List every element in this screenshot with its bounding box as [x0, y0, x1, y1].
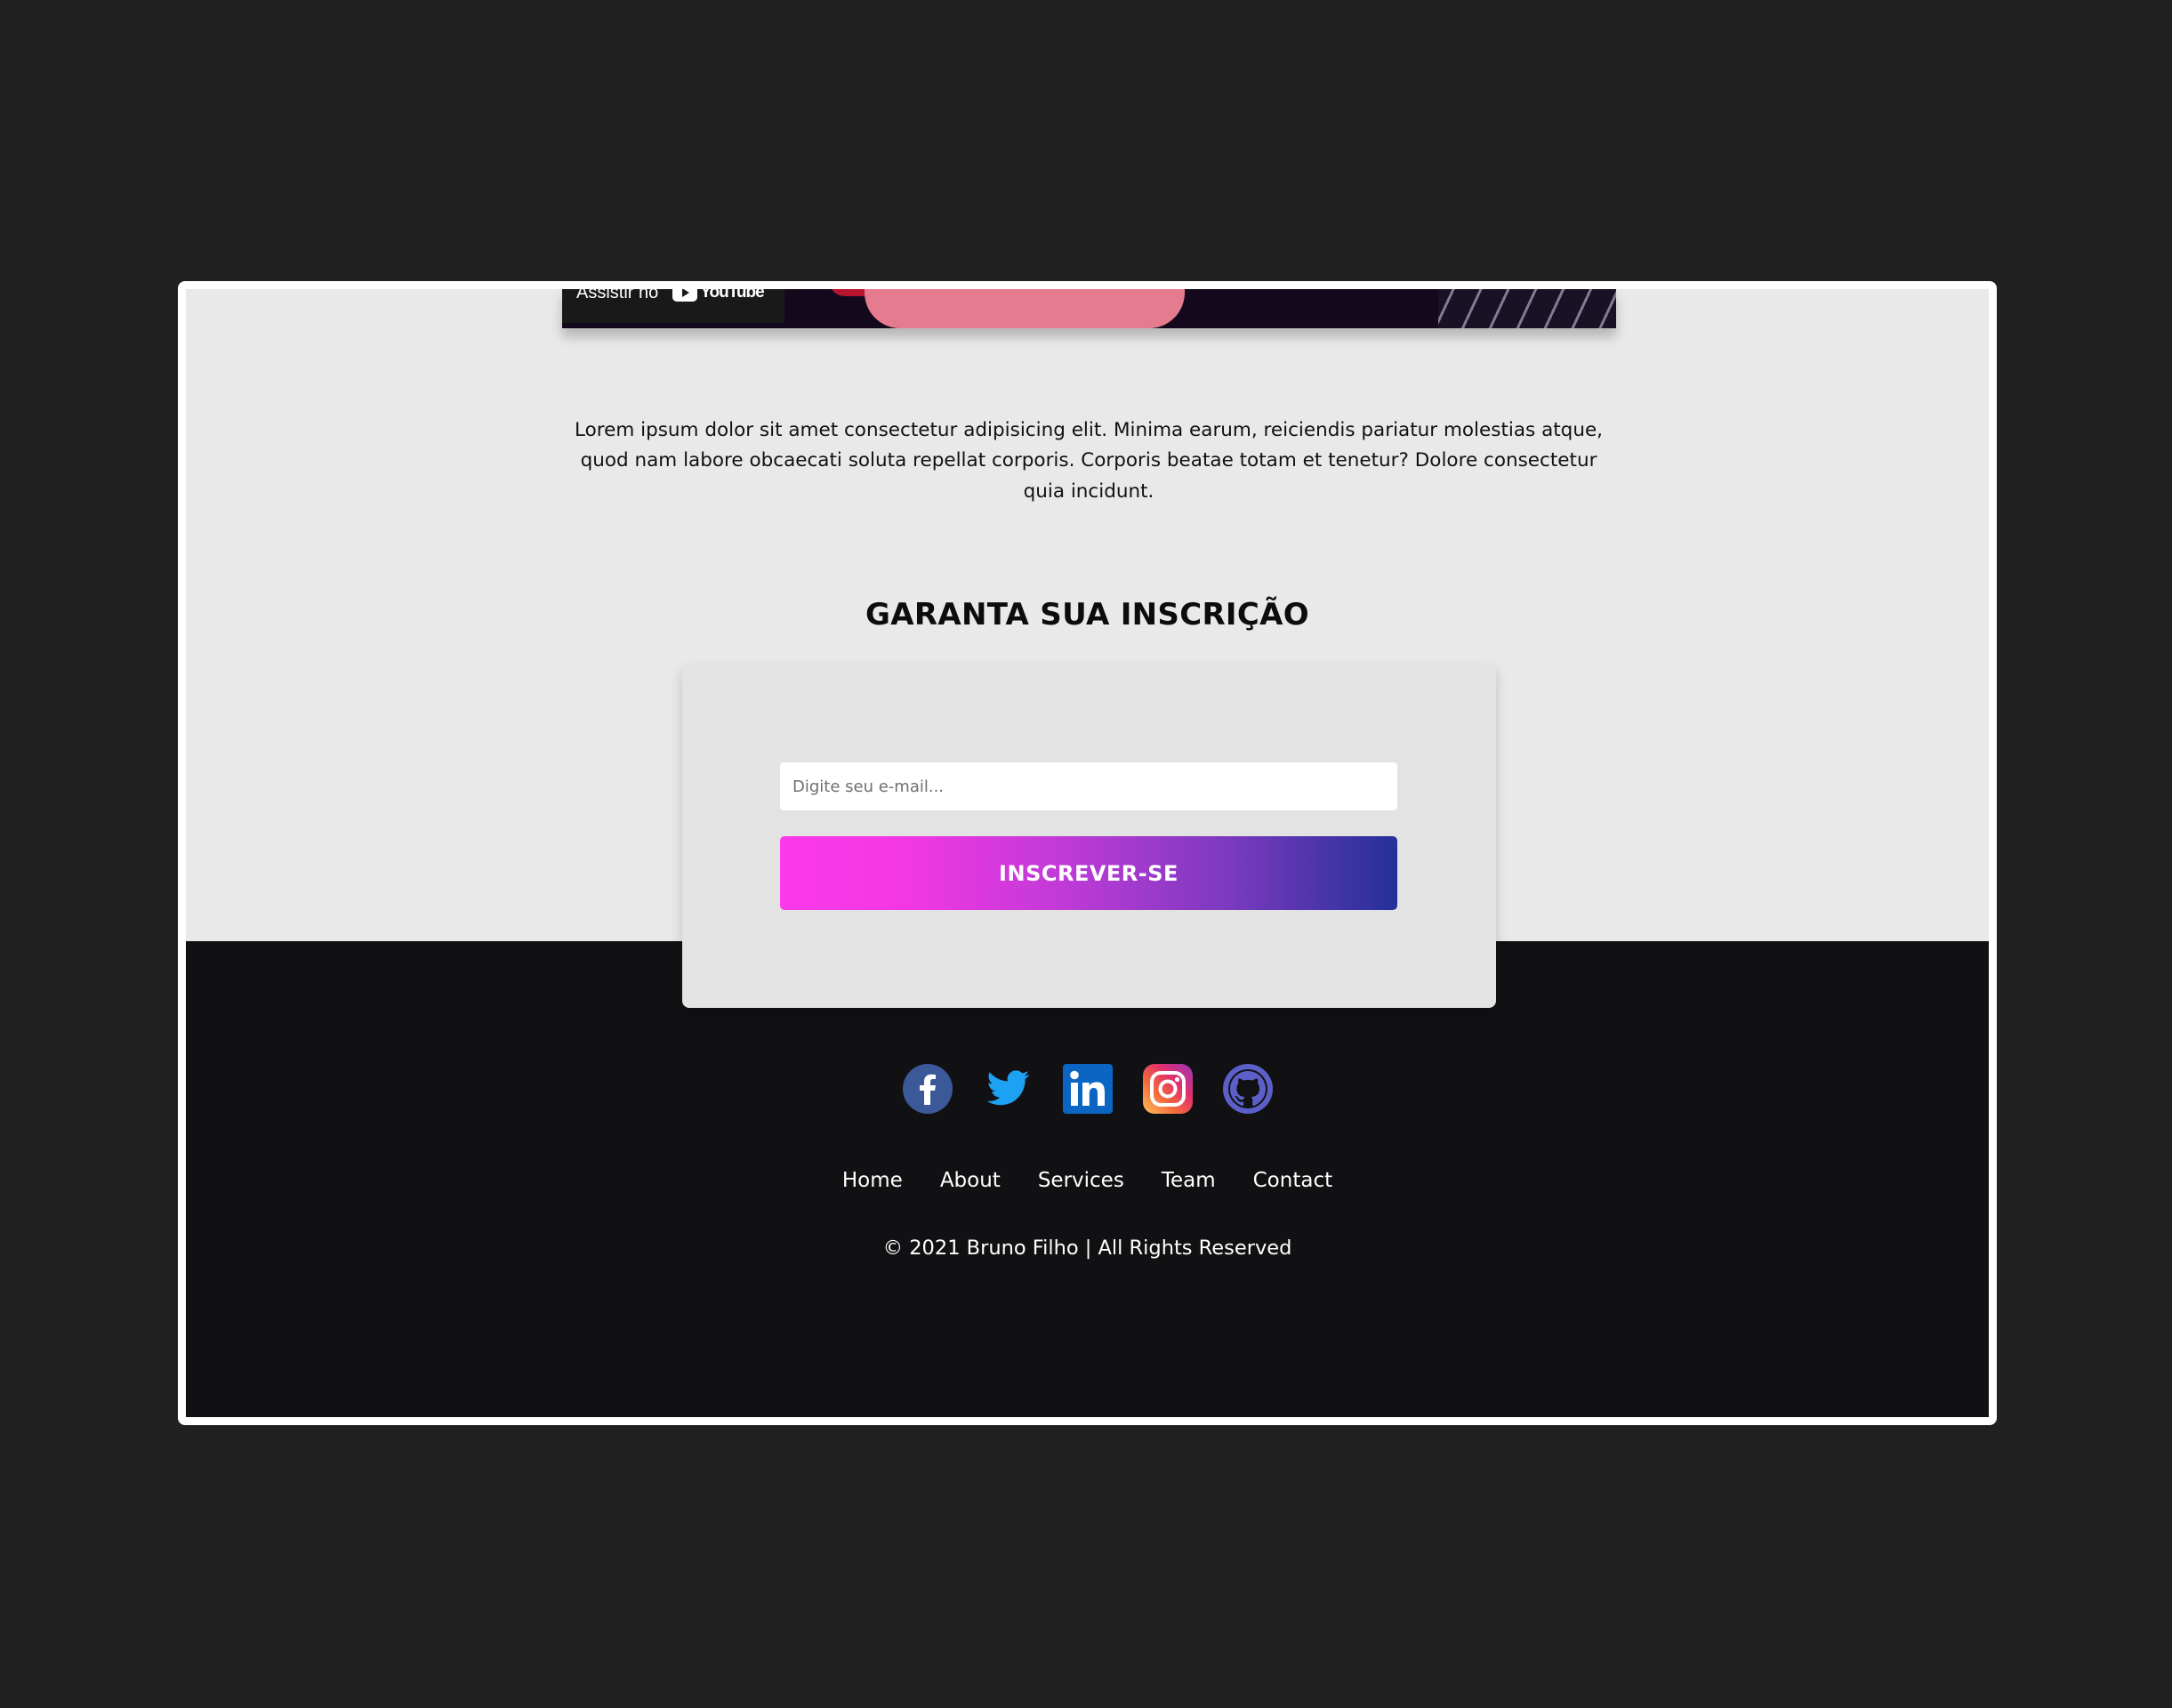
page-viewport: Assistir no YouTube Lorem ipsum dolor si…	[186, 289, 1989, 1417]
youtube-video-embed[interactable]: Assistir no YouTube	[562, 289, 1616, 328]
footer: Home About Services Team Contact © 2021 …	[186, 941, 1989, 1417]
youtube-logo: YouTube	[672, 289, 765, 302]
footer-nav-team[interactable]: Team	[1162, 1169, 1216, 1192]
copyright-text: © 2021 Bruno Filho | All Rights Reserved	[882, 1237, 1292, 1260]
watch-on-label: Assistir no	[576, 289, 659, 302]
browser-frame: Assistir no YouTube Lorem ipsum dolor si…	[178, 281, 1997, 1425]
linkedin-icon[interactable]	[1062, 1064, 1113, 1114]
github-icon[interactable]	[1222, 1064, 1273, 1114]
footer-nav: Home About Services Team Contact	[186, 1169, 1989, 1192]
video-thumbnail-shape	[865, 289, 1185, 328]
intro-paragraph: Lorem ipsum dolor sit amet consectetur a…	[574, 418, 1604, 503]
footer-nav-contact[interactable]: Contact	[1253, 1169, 1332, 1192]
signup-title: GARANTA SUA INSCRIÇÃO	[865, 597, 1309, 632]
twitter-icon[interactable]	[983, 1064, 1033, 1114]
video-thumbnail-shape	[1438, 289, 1616, 328]
facebook-icon[interactable]	[902, 1064, 953, 1114]
instagram-icon[interactable]	[1142, 1064, 1193, 1114]
email-input[interactable]	[780, 762, 1397, 810]
footer-nav-about[interactable]: About	[940, 1169, 1001, 1192]
watch-on-youtube-bar[interactable]: Assistir no YouTube	[562, 289, 784, 323]
footer-nav-services[interactable]: Services	[1038, 1169, 1124, 1192]
social-links	[186, 1064, 1989, 1114]
youtube-play-icon	[672, 289, 698, 302]
signup-form-card: INSCREVER-SE	[682, 665, 1496, 1008]
subscribe-button[interactable]: INSCREVER-SE	[780, 836, 1397, 910]
footer-nav-home[interactable]: Home	[842, 1169, 903, 1192]
youtube-wordmark: YouTube	[700, 289, 764, 302]
